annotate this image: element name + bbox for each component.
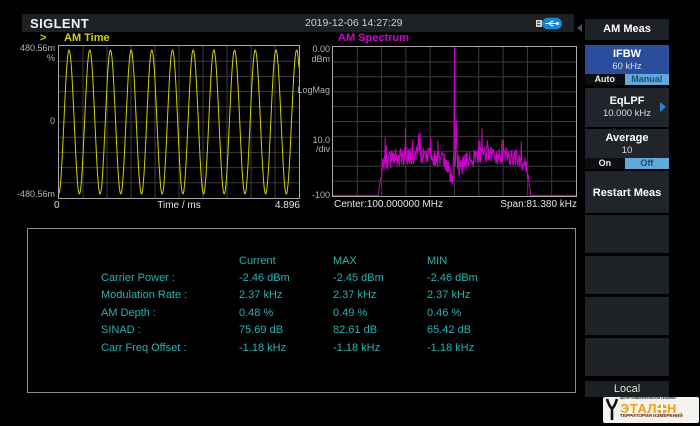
am-spectrum-trace [332, 46, 577, 196]
time-y-unit-label: % [46, 53, 55, 63]
table-row: Modulation Rate : 2.37 kHz 2.37 kHz 2.37 kH… [28, 287, 575, 304]
average-off-toggle[interactable]: Off [624, 158, 669, 169]
column-header: MIN [427, 255, 448, 267]
row-value: 82.61 dB [333, 324, 378, 337]
spectrum-scale-type-label: LogMag [297, 85, 330, 95]
row-value: 0.48 % [239, 306, 274, 319]
column-header: MAX [333, 255, 357, 267]
average-on-toggle[interactable]: On [585, 158, 625, 169]
watermark-top-text: ЦЕНТР ИЗМЕРИТЕЛЬНОЙ ТЕХНИКИ [620, 397, 676, 401]
am-time-plot [58, 45, 300, 199]
time-y-mid-label: 0 [49, 116, 55, 126]
time-x-start-label: 0 [54, 200, 60, 211]
column-header: Current [239, 255, 276, 267]
eqlpf-button[interactable]: EqLPF 10.000 kHz [585, 88, 669, 127]
usb-device-icon [536, 17, 562, 35]
row-value: -2.46 dBm [427, 272, 478, 284]
time-chart-title: AM Time [64, 32, 110, 44]
table-row: Carrier Power : -2.46 dBm -2.45 dBm -2.46 d… [28, 270, 575, 287]
spectrum-center-freq-label: Center:100.000000 MHz [334, 199, 443, 210]
ifbw-auto-toggle[interactable]: Auto [585, 74, 625, 85]
row-value: 75.69 dB [239, 324, 284, 337]
sidebar-empty-button[interactable] [585, 256, 669, 294]
ifbw-value: 60 kHz [612, 61, 642, 72]
row-value: 2.37 kHz [333, 289, 377, 302]
spectrum-ref-unit-label: dBm [311, 54, 330, 64]
restart-meas-button[interactable]: Restart Meas [585, 171, 669, 213]
row-value: 65.42 dB [427, 324, 472, 337]
row-value: 0.49 % [333, 306, 368, 319]
sidebar-empty-button[interactable] [585, 215, 669, 253]
results-table-rows: Carrier Power : -2.46 dBm -2.45 dBm -2.46 d… [28, 270, 575, 357]
spectrum-chart-title: AM Spectrum [338, 32, 409, 44]
row-value: -2.46 dBm [239, 272, 290, 284]
sidebar-empty-button[interactable] [585, 297, 669, 335]
tuning-fork-icon [603, 397, 619, 423]
etalon-watermark-logo: ЦЕНТР ИЗМЕРИТЕЛЬНОЙ ТЕХНИКИ ЭТАЛ Н ТЕРРИТ… [603, 397, 699, 423]
spectrum-per-div-unit-label: /div [315, 144, 330, 154]
row-label: SINAD : [101, 324, 141, 337]
row-value: -1.18 kHz [333, 341, 381, 354]
time-x-axis-label: Time / ms [157, 200, 201, 211]
am-time-trace [58, 46, 300, 198]
row-value: -1.18 kHz [427, 341, 475, 354]
ifbw-manual-toggle[interactable]: Manual [624, 74, 669, 85]
row-label: AM Depth : [101, 306, 157, 319]
time-y-bottom-label: -480.56m [16, 189, 55, 199]
row-value: -1.18 kHz [239, 341, 287, 354]
menu-title-am-meas: AM Meas [585, 19, 669, 40]
eqlpf-value: 10.000 kHz [602, 108, 652, 119]
instrument-screen: SIGLENT 2019-12-06 14:27:29 > AM Time 48… [0, 0, 700, 426]
row-label: Carr Freq Offset : [101, 341, 187, 354]
siglent-logo: SIGLENT [30, 16, 90, 31]
globe-icon [657, 404, 668, 414]
softkey-menu: AM Meas IFBW 60 kHz Auto Manual EqLPF 10… [585, 19, 669, 397]
local-button[interactable]: Local [585, 381, 669, 397]
measurement-results-table: Current MAX MIN Carrier Power : -2.46 dBm -2… [27, 228, 576, 393]
am-spectrum-plot [332, 46, 577, 197]
table-row: AM Depth : 0.48 % 0.49 % 0.46 % [28, 305, 575, 322]
spectrum-ref-level-label: 0.00 [312, 44, 330, 54]
sidebar-empty-button[interactable] [585, 338, 669, 376]
row-value: -2.45 dBm [333, 272, 384, 284]
datetime-label: 2019-12-06 14:27:29 [305, 17, 403, 29]
time-x-end-label: 4.896 [274, 200, 300, 211]
average-button[interactable]: Average 10 On Off [585, 129, 669, 169]
status-bar: SIGLENT 2019-12-06 14:27:29 [22, 14, 574, 32]
submenu-arrow-icon [660, 102, 666, 112]
row-label: Modulation Rate : [101, 289, 188, 302]
spectrum-span-label: Span:81.380 kHz [500, 199, 577, 210]
spectrum-bottom-level-label: -100 [311, 190, 330, 200]
menu-back-arrow-icon[interactable] [577, 24, 582, 32]
row-value: 2.37 kHz [239, 289, 283, 302]
table-row: SINAD : 75.69 dB 82.61 dB 65.42 dB [28, 322, 575, 339]
row-value: 0.46 % [427, 306, 462, 319]
average-value: 10 [621, 145, 633, 156]
results-table-header: Current MAX MIN [28, 253, 575, 270]
sidebar-empty-slots [585, 215, 669, 379]
row-value: 2.37 kHz [427, 289, 471, 302]
table-row: Carr Freq Offset : -1.18 kHz -1.18 kHz -1.1… [28, 340, 575, 357]
ifbw-button[interactable]: IFBW 60 kHz Auto Manual [585, 45, 669, 85]
time-y-top-label: 480.56m [19, 43, 55, 53]
watermark-bottom-text: ТЕРРИТОРИЯ ИЗМЕРЕНИЙ [620, 414, 683, 419]
row-label: Carrier Power : [101, 272, 175, 284]
